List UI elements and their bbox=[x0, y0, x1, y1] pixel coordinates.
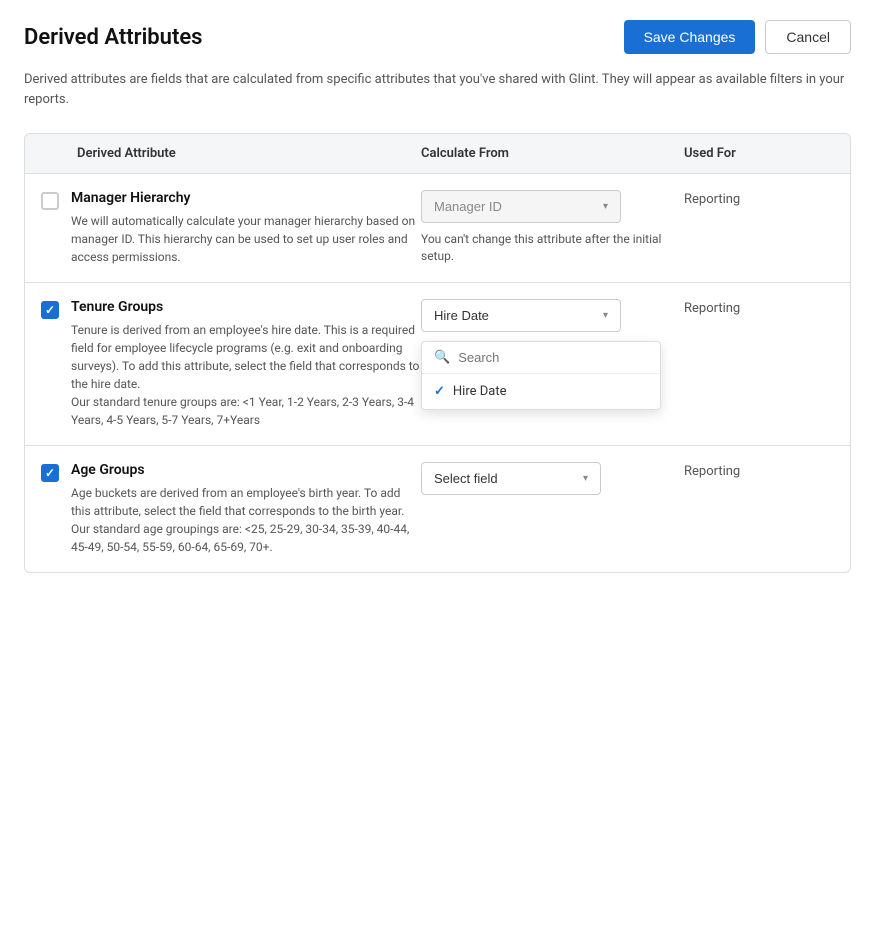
select-field-label: Select field bbox=[434, 471, 498, 486]
table-row: ✓ Age Groups Age buckets are derived fro… bbox=[25, 446, 850, 572]
table-row: Manager Hierarchy We will automatically … bbox=[25, 174, 850, 283]
manager-hierarchy-desc: We will automatically calculate your man… bbox=[71, 212, 421, 266]
checkmark-icon: ✓ bbox=[45, 466, 55, 480]
chevron-down-icon: ▾ bbox=[583, 473, 588, 484]
header-buttons: Save Changes Cancel bbox=[624, 20, 851, 54]
page-header: Derived Attributes Save Changes Cancel bbox=[24, 20, 851, 54]
save-changes-button[interactable]: Save Changes bbox=[624, 20, 756, 54]
age-groups-content: Age Groups Age buckets are derived from … bbox=[71, 462, 421, 556]
cancel-button[interactable]: Cancel bbox=[765, 20, 851, 54]
hire-date-dropdown-menu: 🔍 ✓ Hire Date bbox=[421, 341, 661, 410]
dropdown-search-container: 🔍 bbox=[422, 342, 660, 374]
tenure-groups-calculate-from: Hire Date ▾ 🔍 ✓ Hire Date bbox=[421, 299, 684, 332]
tenure-groups-checkbox[interactable]: ✓ bbox=[41, 301, 59, 319]
manager-hierarchy-calculate-from: Manager ID ▾ You can't change this attri… bbox=[421, 190, 684, 265]
col-header-calculate-from: Calculate From bbox=[421, 146, 684, 161]
dropdown-search-input[interactable] bbox=[458, 350, 648, 365]
page-description: Derived attributes are fields that are c… bbox=[24, 70, 851, 109]
tenure-groups-name: Tenure Groups bbox=[71, 299, 421, 315]
tenure-groups-desc: Tenure is derived from an employee's hir… bbox=[71, 321, 421, 429]
hire-date-label: Hire Date bbox=[434, 308, 489, 323]
manager-hierarchy-content: Manager Hierarchy We will automatically … bbox=[71, 190, 421, 266]
tenure-groups-used-for: Reporting bbox=[684, 299, 834, 316]
chevron-down-icon: ▾ bbox=[603, 201, 608, 212]
hire-date-dropdown[interactable]: Hire Date ▾ bbox=[421, 299, 621, 332]
manager-hierarchy-note: You can't change this attribute after th… bbox=[421, 231, 681, 265]
age-groups-checkbox[interactable]: ✓ bbox=[41, 464, 59, 482]
col-header-used-for: Used For bbox=[684, 146, 834, 161]
row-left-age-groups: ✓ Age Groups Age buckets are derived fro… bbox=[41, 462, 421, 556]
manager-hierarchy-used-for: Reporting bbox=[684, 190, 834, 207]
age-groups-used-for: Reporting bbox=[684, 462, 834, 479]
manager-id-dropdown[interactable]: Manager ID ▾ bbox=[421, 190, 621, 223]
row-left-tenure-groups: ✓ Tenure Groups Tenure is derived from a… bbox=[41, 299, 421, 429]
col-header-derived-attribute: Derived Attribute bbox=[41, 146, 421, 161]
chevron-down-icon: ▾ bbox=[603, 310, 608, 321]
age-groups-desc: Age buckets are derived from an employee… bbox=[71, 484, 421, 556]
dropdown-item-hire-date[interactable]: ✓ Hire Date bbox=[422, 374, 660, 409]
checkmark-icon: ✓ bbox=[45, 303, 55, 317]
manager-hierarchy-checkbox[interactable] bbox=[41, 192, 59, 210]
page-title: Derived Attributes bbox=[24, 25, 202, 50]
table-row: ✓ Tenure Groups Tenure is derived from a… bbox=[25, 283, 850, 446]
select-field-dropdown[interactable]: Select field ▾ bbox=[421, 462, 601, 495]
tenure-groups-content: Tenure Groups Tenure is derived from an … bbox=[71, 299, 421, 429]
age-groups-calculate-from: Select field ▾ bbox=[421, 462, 684, 495]
table-header: Derived Attribute Calculate From Used Fo… bbox=[25, 134, 850, 174]
selected-check-icon: ✓ bbox=[434, 384, 445, 399]
hire-date-option-label: Hire Date bbox=[453, 384, 507, 399]
derived-attributes-table: Derived Attribute Calculate From Used Fo… bbox=[24, 133, 851, 573]
row-left-manager-hierarchy: Manager Hierarchy We will automatically … bbox=[41, 190, 421, 266]
age-groups-name: Age Groups bbox=[71, 462, 421, 478]
manager-hierarchy-name: Manager Hierarchy bbox=[71, 190, 421, 206]
search-icon: 🔍 bbox=[434, 350, 450, 365]
manager-id-label: Manager ID bbox=[434, 199, 502, 214]
